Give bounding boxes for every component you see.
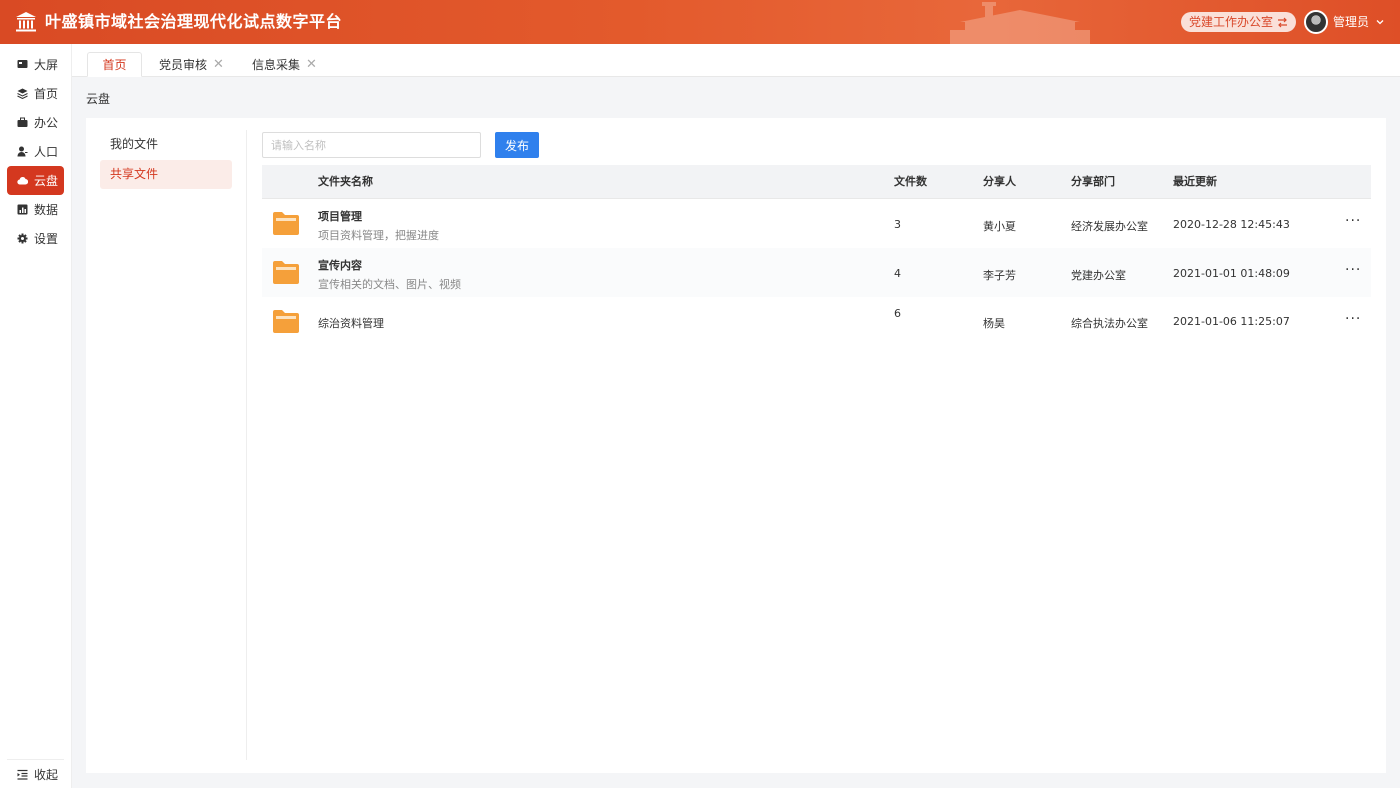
sidebar-item-label: 人口 [34, 145, 59, 159]
briefcase-icon [17, 117, 28, 127]
tab-label: 首页 [102, 58, 127, 72]
sidebar-item-home[interactable]: 首页 [7, 79, 64, 108]
menu-item-my-files[interactable]: 我的文件 [100, 130, 232, 159]
cloud-icon [17, 176, 28, 185]
sharer: 杨昊 [983, 317, 1005, 330]
folder-description: 项目资料管理，把握进度 [318, 229, 439, 242]
layers-icon [17, 88, 28, 99]
sidebar: 大屏 首页 办公 人口 云盘 数据 设置 收起 [0, 44, 72, 788]
tab-info-collection[interactable]: 信息采集 ✕ [252, 52, 317, 77]
collapse-button[interactable]: 收起 [7, 759, 64, 788]
sharer: 黄小夏 [983, 220, 1016, 233]
tab-label: 党员审核 [159, 58, 208, 72]
sidebar-item-label: 办公 [34, 116, 59, 130]
folder-icon [273, 212, 299, 235]
folder-icon [273, 261, 299, 284]
gear-icon [17, 233, 28, 244]
folder-name[interactable]: 项目管理 [318, 208, 362, 224]
monitor-icon [17, 60, 28, 68]
sidebar-item-data[interactable]: 数据 [7, 195, 64, 224]
column-header-folder-name: 文件夹名称 [318, 175, 373, 188]
file-count: 4 [894, 267, 901, 280]
folder-name[interactable]: 宣传内容 [318, 257, 362, 273]
swap-icon [1278, 17, 1288, 27]
user-name[interactable]: 管理员 [1333, 14, 1369, 30]
sharer: 李子芳 [983, 269, 1016, 282]
file-count: 6 [894, 307, 901, 320]
table-row[interactable]: 宣传内容 宣传相关的文档、图片、视频 4 李子芳 党建办公室 2021-01-0… [262, 248, 1371, 297]
tab-label: 信息采集 [252, 58, 301, 72]
sidebar-item-label: 首页 [34, 87, 59, 101]
breadcrumb: 云盘 [86, 92, 111, 106]
menu-item-shared-files[interactable]: 共享文件 [100, 160, 232, 189]
org-switch-label: 党建工作办公室 [1189, 15, 1274, 29]
file-category-menu: 我的文件 共享文件 [86, 130, 247, 760]
collapse-label: 收起 [34, 767, 59, 782]
file-count: 3 [894, 218, 901, 231]
person-icon [17, 146, 28, 157]
search-input[interactable] [262, 132, 481, 158]
sidebar-item-dashboard[interactable]: 大屏 [7, 50, 64, 79]
close-icon[interactable]: ✕ [213, 57, 224, 72]
folder-name[interactable]: 综治资料管理 [318, 315, 384, 331]
sidebar-item-cloud[interactable]: 云盘 [7, 166, 64, 195]
column-header-sharer: 分享人 [983, 175, 1016, 188]
publish-button[interactable]: 发布 [495, 132, 539, 158]
building-logo-icon [16, 12, 36, 32]
sidebar-item-population[interactable]: 人口 [7, 137, 64, 166]
updated-time: 2021-01-01 01:48:09 [1173, 267, 1290, 280]
table-header: 文件夹名称 文件数 分享人 分享部门 最近更新 [262, 165, 1371, 199]
tiananmen-decoration-icon [950, 2, 1090, 44]
folder-description: 宣传相关的文档、图片、视频 [318, 278, 461, 291]
more-options-icon[interactable]: ··· [1345, 312, 1363, 329]
column-header-department: 分享部门 [1071, 175, 1115, 188]
sidebar-item-label: 数据 [34, 203, 59, 217]
sidebar-item-label: 设置 [34, 232, 59, 246]
shared-folder-table: 文件夹名称 文件数 分享人 分享部门 最近更新 项目管理 项目资料管理，把握进度… [262, 165, 1371, 346]
department: 综合执法办公室 [1071, 317, 1148, 330]
chevron-down-icon[interactable] [1374, 16, 1386, 28]
more-options-icon[interactable]: ··· [1345, 214, 1363, 231]
sidebar-item-office[interactable]: 办公 [7, 108, 64, 137]
column-header-file-count: 文件数 [894, 175, 927, 188]
more-options-icon[interactable]: ··· [1345, 263, 1363, 280]
org-switch-button[interactable]: 党建工作办公室 [1181, 12, 1297, 32]
tab-bar: 首页 党员审核 ✕ 信息采集 ✕ [72, 44, 1400, 77]
indent-icon [17, 769, 28, 780]
department: 党建办公室 [1071, 269, 1126, 282]
tab-home[interactable]: 首页 [87, 52, 142, 77]
app-title: 叶盛镇市域社会治理现代化试点数字平台 [45, 12, 343, 31]
column-header-updated: 最近更新 [1173, 175, 1217, 188]
avatar[interactable] [1304, 10, 1328, 34]
updated-time: 2020-12-28 12:45:43 [1173, 218, 1290, 231]
sidebar-item-label: 云盘 [34, 174, 59, 188]
updated-time: 2021-01-06 11:25:07 [1173, 315, 1290, 328]
table-row[interactable]: 项目管理 项目资料管理，把握进度 3 黄小夏 经济发展办公室 2020-12-2… [262, 199, 1371, 248]
department: 经济发展办公室 [1071, 220, 1148, 233]
top-header: 叶盛镇市域社会治理现代化试点数字平台 党建工作办公室 管理员 [0, 0, 1400, 44]
chart-icon [17, 204, 28, 215]
cloud-disk-panel: 我的文件 共享文件 发布 文件夹名称 文件数 分享人 分享部门 最近更新 项目管… [86, 118, 1386, 773]
close-icon[interactable]: ✕ [306, 57, 317, 72]
sidebar-item-settings[interactable]: 设置 [7, 224, 64, 253]
table-row[interactable]: 综治资料管理 6 杨昊 综合执法办公室 2021-01-06 11:25:07 … [262, 297, 1371, 346]
sidebar-item-label: 大屏 [34, 58, 59, 72]
folder-icon [273, 310, 299, 333]
tab-member-review[interactable]: 党员审核 ✕ [159, 52, 224, 77]
